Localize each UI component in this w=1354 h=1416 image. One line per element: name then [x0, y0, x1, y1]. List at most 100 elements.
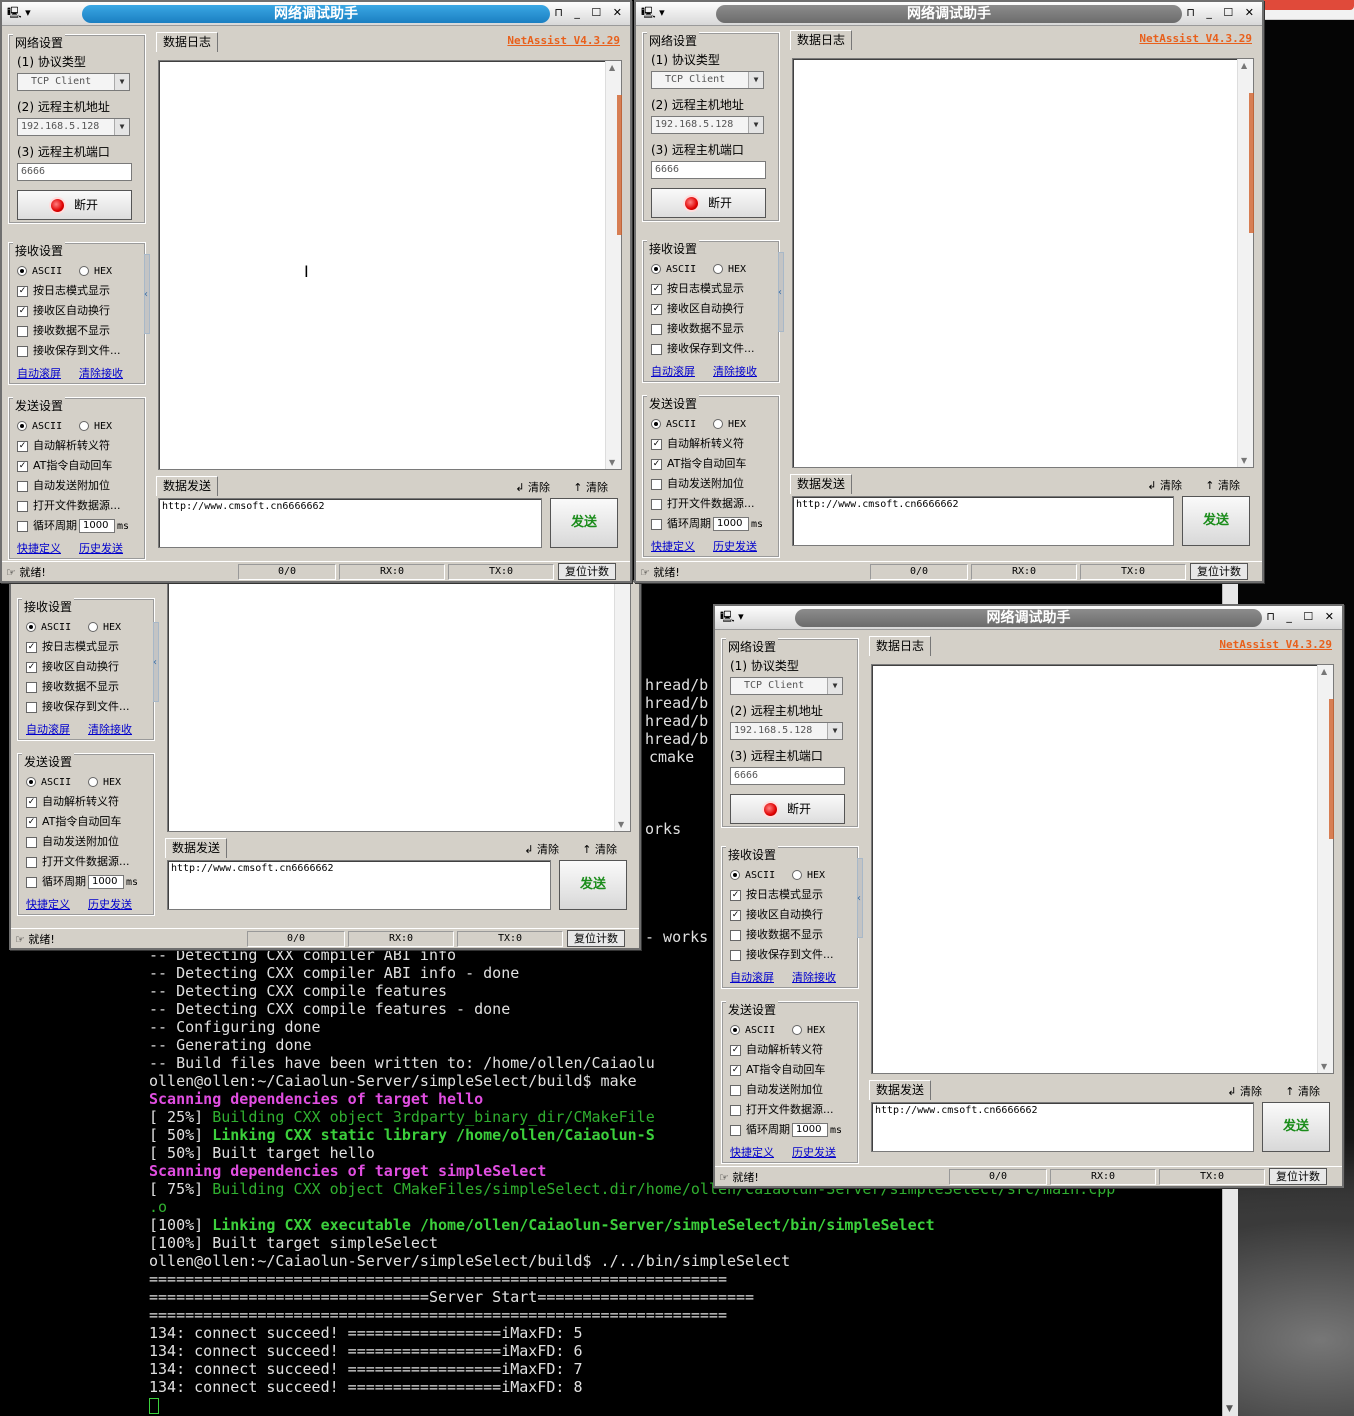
- panel-splitter[interactable]: ‹: [778, 252, 784, 332]
- save-file-checkbox[interactable]: 接收保存到文件...: [651, 341, 755, 357]
- recv-hex-radio[interactable]: HEX: [792, 867, 825, 884]
- chevron-down-icon[interactable]: ▼: [114, 74, 129, 90]
- parse-escape-checkbox[interactable]: ✓ 自动解析转义符: [651, 436, 744, 452]
- send-button[interactable]: 发送: [550, 498, 618, 548]
- send-ascii-radio[interactable]: ASCII: [26, 775, 71, 788]
- receive-log-area[interactable]: ▼: [167, 582, 631, 832]
- save-file-checkbox[interactable]: 接收保存到文件...: [17, 343, 121, 359]
- reset-count-button[interactable]: 复位计数: [567, 930, 625, 947]
- recv-ascii-radio[interactable]: ASCII: [730, 868, 775, 881]
- disconnect-button[interactable]: 断开: [730, 794, 845, 824]
- history-link[interactable]: 历史发送: [79, 540, 123, 556]
- receive-log-area[interactable]: ▲ ▼: [158, 60, 622, 470]
- send-hex-radio[interactable]: HEX: [79, 418, 112, 435]
- auto-scroll-link[interactable]: 自动滚屏: [26, 721, 70, 737]
- panel-splitter[interactable]: ‹: [144, 254, 150, 334]
- recv-ascii-radio[interactable]: ASCII: [26, 620, 71, 633]
- open-file-checkbox[interactable]: 打开文件数据源...: [26, 854, 130, 870]
- recv-hex-radio[interactable]: HEX: [79, 263, 112, 280]
- clear-button-2[interactable]: ↑ 清除: [1285, 1083, 1320, 1099]
- tab-data-log[interactable]: 数据日志: [869, 636, 932, 656]
- save-file-checkbox[interactable]: 接收保存到文件...: [730, 947, 834, 963]
- append-bit-checkbox[interactable]: 自动发送附加位: [651, 476, 744, 492]
- recv-hex-radio[interactable]: HEX: [88, 619, 121, 636]
- cycle-checkbox[interactable]: 循环周期 1000 ms: [651, 516, 763, 532]
- host-select[interactable]: 192.168.5.128 ▼: [651, 116, 764, 134]
- clear-button-2[interactable]: ↑ 清除: [582, 841, 617, 857]
- tab-data-send[interactable]: 数据发送: [165, 838, 228, 858]
- window-controls[interactable]: ⊓ _ ☐ ✕: [1266, 610, 1338, 624]
- protocol-select[interactable]: TCP Client ▼: [730, 677, 843, 695]
- tab-data-send[interactable]: 数据发送: [156, 476, 219, 496]
- log-mode-checkbox[interactable]: ✓ 按日志模式显示: [730, 887, 823, 903]
- receive-log-area[interactable]: ▲ ▼: [792, 58, 1254, 468]
- scroll-down-icon[interactable]: ▼: [1241, 456, 1247, 465]
- clear-receive-link[interactable]: 清除接收: [88, 721, 132, 737]
- send-hex-radio[interactable]: HEX: [88, 774, 121, 791]
- auto-wrap-checkbox[interactable]: ✓ 接收区自动换行: [26, 659, 119, 675]
- clear-receive-link[interactable]: 清除接收: [792, 969, 836, 985]
- close-recording-button[interactable]: [1262, 0, 1354, 10]
- clear-button-1[interactable]: ↲ 清除: [515, 479, 550, 495]
- history-link[interactable]: 历史发送: [792, 1144, 836, 1160]
- shortcut-link[interactable]: 快捷定义: [17, 540, 61, 556]
- collapse-left-icon[interactable]: ‹: [778, 287, 782, 298]
- at-cr-checkbox[interactable]: ✓ AT指令自动回车: [26, 814, 121, 830]
- auto-wrap-checkbox[interactable]: ✓ 接收区自动换行: [730, 907, 823, 923]
- panel-splitter[interactable]: ‹: [857, 858, 863, 938]
- send-input[interactable]: http://www.cmsoft.cn6666662: [792, 496, 1174, 546]
- hide-data-checkbox[interactable]: 接收数据不显示: [730, 927, 823, 943]
- scroll-down-icon[interactable]: ▼: [1226, 1404, 1233, 1414]
- reset-count-button[interactable]: 复位计数: [558, 563, 616, 580]
- tab-data-send[interactable]: 数据发送: [790, 474, 853, 494]
- protocol-select[interactable]: TCP Client ▼: [17, 73, 130, 91]
- brand-link[interactable]: NetAssist V4.3.29: [1219, 638, 1332, 651]
- send-ascii-radio[interactable]: ASCII: [651, 417, 696, 430]
- log-scrollbar[interactable]: ▲ ▼: [1317, 665, 1334, 1073]
- host-select[interactable]: 192.168.5.128 ▼: [730, 722, 843, 740]
- send-ascii-radio[interactable]: ASCII: [17, 419, 62, 432]
- shortcut-link[interactable]: 快捷定义: [651, 538, 695, 554]
- scroll-up-icon[interactable]: ▲: [609, 63, 615, 72]
- shortcut-link[interactable]: 快捷定义: [730, 1144, 774, 1160]
- scroll-thumb[interactable]: [1329, 699, 1334, 839]
- auto-scroll-link[interactable]: 自动滚屏: [17, 365, 61, 381]
- chevron-down-icon[interactable]: ▼: [748, 117, 763, 133]
- send-hex-radio[interactable]: HEX: [792, 1022, 825, 1039]
- send-input[interactable]: http://www.cmsoft.cn6666662: [158, 498, 542, 548]
- cycle-input[interactable]: 1000: [713, 517, 749, 531]
- append-bit-checkbox[interactable]: 自动发送附加位: [730, 1082, 823, 1098]
- clear-button-1[interactable]: ↲ 清除: [1227, 1083, 1262, 1099]
- reset-count-button[interactable]: 复位计数: [1269, 1168, 1327, 1185]
- recv-ascii-radio[interactable]: ASCII: [651, 262, 696, 275]
- cycle-checkbox[interactable]: 循环周期 1000 ms: [26, 874, 138, 890]
- send-button[interactable]: 发送: [559, 860, 627, 910]
- collapse-left-icon[interactable]: ‹: [144, 289, 148, 300]
- clear-button-2[interactable]: ↑ 清除: [1205, 477, 1240, 493]
- recv-ascii-radio[interactable]: ASCII: [17, 264, 62, 277]
- parse-escape-checkbox[interactable]: ✓ 自动解析转义符: [26, 794, 119, 810]
- send-input[interactable]: http://www.cmsoft.cn6666662: [167, 860, 551, 910]
- window-controls[interactable]: ⊓ _ ☐ ✕: [554, 6, 626, 20]
- log-mode-checkbox[interactable]: ✓ 按日志模式显示: [651, 281, 744, 297]
- port-input[interactable]: 6666: [651, 161, 766, 179]
- scroll-down-icon[interactable]: ▼: [609, 458, 615, 467]
- hide-data-checkbox[interactable]: 接收数据不显示: [26, 679, 119, 695]
- scroll-up-icon[interactable]: ▲: [1321, 667, 1327, 676]
- send-input[interactable]: http://www.cmsoft.cn6666662: [871, 1102, 1254, 1152]
- hide-data-checkbox[interactable]: 接收数据不显示: [651, 321, 744, 337]
- tab-data-send[interactable]: 数据发送: [869, 1080, 932, 1100]
- scroll-down-icon[interactable]: ▼: [618, 820, 624, 829]
- brand-link[interactable]: NetAssist V4.3.29: [507, 34, 620, 47]
- protocol-select[interactable]: TCP Client ▼: [651, 71, 764, 89]
- log-scrollbar[interactable]: ▲ ▼: [605, 61, 622, 469]
- shortcut-link[interactable]: 快捷定义: [26, 896, 70, 912]
- cycle-input[interactable]: 1000: [88, 875, 124, 889]
- netassist-window[interactable]: 🖳 ▾ 网络调试助手 ⊓ _ ☐ ✕ 网络设置 (1) 协议类型 TCP Cli…: [634, 0, 1264, 583]
- collapse-left-icon[interactable]: ‹: [153, 657, 157, 668]
- open-file-checkbox[interactable]: 打开文件数据源...: [651, 496, 755, 512]
- clear-button-2[interactable]: ↑ 清除: [573, 479, 608, 495]
- send-button[interactable]: 发送: [1262, 1102, 1330, 1152]
- cycle-checkbox[interactable]: 循环周期 1000 ms: [730, 1122, 842, 1138]
- log-mode-checkbox[interactable]: ✓ 按日志模式显示: [17, 283, 110, 299]
